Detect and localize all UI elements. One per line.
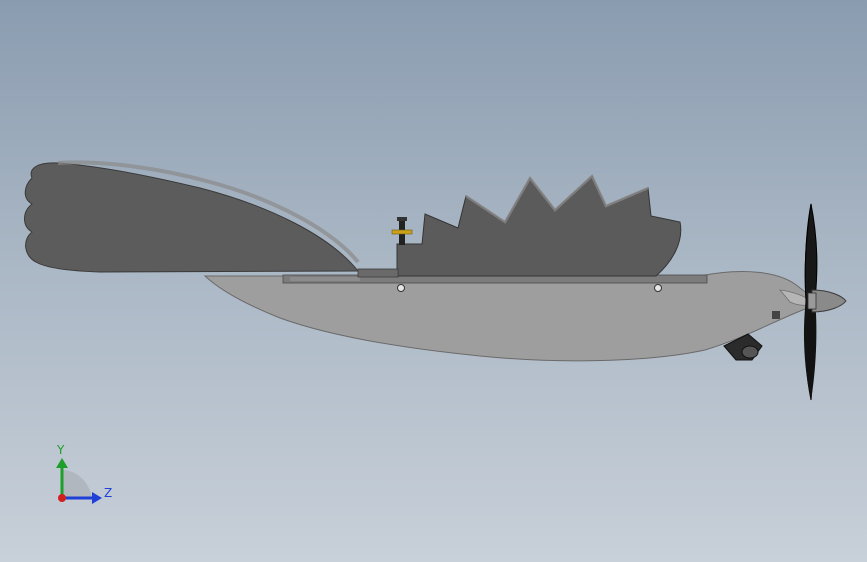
bird-model[interactable]	[0, 0, 867, 562]
z-axis-arrow	[92, 492, 102, 504]
spinner-hub	[807, 292, 817, 310]
spinner-cone[interactable]	[811, 289, 847, 313]
frame-rail-detail	[290, 277, 360, 281]
mount-hole-rear[interactable]	[654, 284, 662, 292]
y-axis-arrow	[56, 458, 68, 468]
x-axis-dot	[58, 494, 66, 502]
tail-wing[interactable]	[24, 162, 360, 273]
mast-washer	[391, 229, 413, 235]
graphics-viewport[interactable]: Y Z	[0, 0, 867, 562]
axis-triad-icon: Y Z	[56, 443, 112, 504]
view-triad[interactable]: Y Z	[40, 440, 120, 510]
mast-cap	[397, 217, 407, 221]
y-axis-label: Y	[56, 443, 65, 457]
triad-plane	[62, 470, 92, 498]
bird-body[interactable]	[203, 271, 813, 362]
wing-plate-base	[357, 268, 399, 278]
z-axis-label: Z	[104, 486, 112, 500]
mount-hole-front[interactable]	[397, 284, 405, 292]
